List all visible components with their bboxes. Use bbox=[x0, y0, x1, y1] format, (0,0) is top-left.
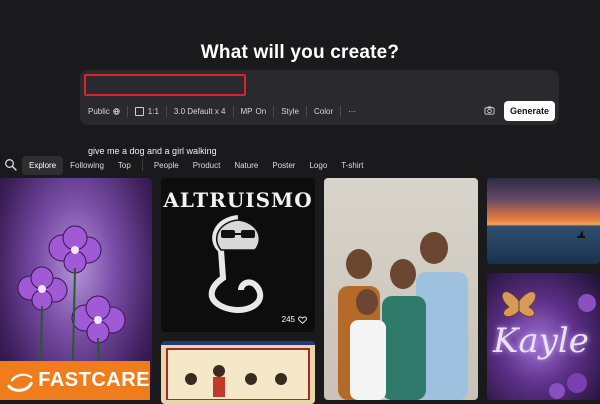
heart-icon[interactable] bbox=[298, 315, 307, 324]
kayle-lettering: Kayle bbox=[493, 321, 589, 361]
tab-product[interactable]: Product bbox=[186, 156, 228, 175]
model-select[interactable]: 3.0 Default x 4 bbox=[170, 102, 230, 120]
more-options-button[interactable]: ··· bbox=[344, 102, 360, 120]
tab-top[interactable]: Top bbox=[111, 156, 138, 175]
gallery-image-cobra[interactable]: ALTRUISMO 245 bbox=[161, 178, 315, 332]
magic-prompt-toggle[interactable]: MP On bbox=[237, 102, 271, 120]
tab-explore[interactable]: Explore bbox=[22, 155, 64, 175]
gallery-image-illustration[interactable] bbox=[161, 341, 315, 404]
search-icon[interactable] bbox=[4, 158, 18, 172]
divider bbox=[273, 105, 275, 117]
cobra-artwork bbox=[208, 215, 264, 313]
divider bbox=[141, 159, 143, 171]
gallery-image-kayle[interactable]: Kayle bbox=[487, 273, 600, 400]
tab-tshirt[interactable]: T-shirt bbox=[334, 156, 370, 175]
mp-label: MP bbox=[240, 106, 253, 116]
illustration-artwork bbox=[166, 348, 310, 401]
tab-people[interactable]: People bbox=[147, 156, 186, 175]
globe-icon bbox=[113, 107, 120, 115]
family-photo bbox=[338, 232, 468, 400]
divider bbox=[340, 105, 342, 117]
visibility-label: Public bbox=[88, 106, 110, 116]
divider bbox=[232, 105, 234, 117]
sunset-photo bbox=[577, 230, 585, 238]
tab-nature[interactable]: Nature bbox=[227, 156, 265, 175]
more-icon: ··· bbox=[348, 106, 357, 116]
gallery-image-sunset[interactable] bbox=[487, 178, 600, 264]
tab-logo[interactable]: Logo bbox=[302, 156, 334, 175]
tab-following[interactable]: Following bbox=[63, 156, 111, 175]
fastcare-logo-icon bbox=[7, 373, 33, 392]
aspect-ratio-label: 1:1 bbox=[147, 106, 159, 116]
model-label: 3.0 Default x 4 bbox=[173, 106, 226, 116]
explore-tabs: Explore Following Top People Product Nat… bbox=[0, 155, 371, 175]
divider bbox=[126, 105, 128, 117]
aspect-ratio-icon bbox=[134, 106, 144, 116]
watermark-text: FASTCARE bbox=[38, 369, 150, 391]
mp-state: On bbox=[255, 106, 267, 116]
gallery-image-family[interactable] bbox=[324, 178, 478, 400]
aspect-ratio-button[interactable]: 1:1 bbox=[131, 102, 163, 120]
generate-button[interactable]: Generate bbox=[504, 101, 555, 121]
prompt-highlight bbox=[84, 74, 246, 96]
divider bbox=[305, 105, 307, 117]
options-bar: Public 1:1 3.0 Default x 4 MP On Style C… bbox=[84, 102, 360, 120]
style-button[interactable]: Style bbox=[277, 102, 303, 120]
color-button[interactable]: Color bbox=[310, 102, 337, 120]
color-label: Color bbox=[313, 106, 334, 116]
watermark-logo: FASTCARE bbox=[0, 361, 150, 400]
visibility-toggle[interactable]: Public bbox=[84, 102, 124, 120]
tab-poster[interactable]: Poster bbox=[265, 156, 302, 175]
style-label: Style bbox=[281, 106, 299, 116]
image-upload-icon[interactable] bbox=[484, 105, 495, 116]
page-title: What will you create? bbox=[200, 42, 400, 63]
divider bbox=[165, 105, 167, 117]
like-count-value: 245 bbox=[281, 315, 295, 324]
like-count: 245 bbox=[282, 315, 307, 324]
